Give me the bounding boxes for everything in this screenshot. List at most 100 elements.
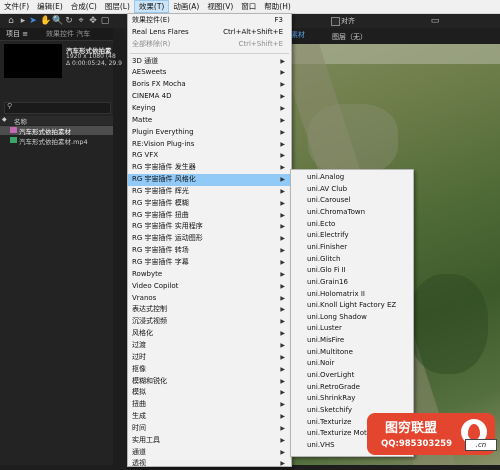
menu-8[interactable]: 帮助(H) [260,0,295,13]
submenu-item[interactable]: uni.Finisher [291,242,413,253]
effect-menu-item[interactable]: RG 宇宙插件 模糊 ▶ [128,198,291,210]
effect-menu-item[interactable]: RG 宇宙插件 风格化 ▶ [128,174,291,186]
menu-2[interactable]: 合成(C) [67,0,101,13]
effect-menu-item[interactable]: RG 宇宙插件 实用程序 ▶ [128,221,291,233]
effect-menu-item[interactable]: CINEMA 4D ▶ [128,91,291,103]
submenu-arrow-icon: ▶ [280,57,285,65]
effect-menu-item[interactable]: RG 宇宙插件 扭曲 ▶ [128,210,291,222]
effect-menu-item[interactable]: AESweets ▶ [128,67,291,79]
effect-menu-item[interactable]: Keying ▶ [128,103,291,115]
effect-menu-item[interactable]: RG 宇宙插件 辉光 ▶ [128,186,291,198]
submenu-item[interactable]: uni.Multitone [291,347,413,358]
submenu-item-label: uni.Sketchify [307,406,353,414]
effect-menu-item[interactable]: RG 宇宙插件 字幕 ▶ [128,257,291,269]
menu-0[interactable]: 文件(F) [0,0,33,13]
effect-menu-item[interactable]: 时间 ▶ [128,423,291,435]
tab-composition[interactable]: 素材 [291,30,305,40]
file-row[interactable]: 汽车形式依拍素材 [0,126,113,135]
submenu-item[interactable]: uni.Glitch [291,254,413,265]
file-row[interactable]: 汽车形式依拍素材.mp4 [0,136,113,145]
effect-menu-item[interactable]: 扭曲 ▶ [128,399,291,411]
search-input[interactable]: ⚲ [4,102,111,114]
effect-menu: 效果控件(E) F3 Real Lens Flares Ctrl+Alt+Shift+… [127,13,292,467]
effect-menu-item[interactable]: 表达式控制 ▶ [128,304,291,316]
menu-item-label: AESweets [132,68,167,77]
effect-menu-item[interactable]: Plugin Everything ▶ [128,127,291,139]
submenu-item[interactable]: uni.Carousel [291,195,413,206]
effect-menu-item[interactable]: 模拟 ▶ [128,387,291,399]
effect-menu-item[interactable]: 实用工具 ▶ [128,435,291,447]
selection-tool-icon[interactable]: ➤ [28,16,38,26]
rotate-tool-icon[interactable]: ↻ [64,16,74,26]
effect-menu-item[interactable]: RG 宇宙插件 运动图形 ▶ [128,233,291,245]
menu-item-label: Vranos [132,293,157,302]
submenu-item[interactable]: uni.Electrify [291,230,413,241]
effect-menu-item[interactable]: RG VFX ▶ [128,150,291,162]
tab-effect-controls[interactable]: 效果控件 汽车 [46,29,90,39]
submenu-item[interactable]: uni.Ecto [291,219,413,230]
submenu-item[interactable]: uni.OverLight [291,370,413,381]
flame-icon [468,424,480,440]
fill-icon[interactable]: ▭ [430,16,440,26]
effect-menu-item[interactable]: Rowbyte ▶ [128,269,291,281]
submenu-item[interactable]: uni.Knoll Light Factory EZ [291,300,413,311]
menu-item-label: 实用工具 [132,435,160,444]
home-icon[interactable]: ⌂ [6,16,16,26]
submenu-item[interactable]: uni.Grain16 [291,277,413,288]
hand-tool-icon[interactable]: ✋ [40,16,51,26]
effect-menu-item[interactable]: 3D 通道 ▶ [128,56,291,68]
effect-menu-item[interactable]: 效果控件(E) F3 [128,15,291,27]
submenu-arrow-icon: ▶ [280,176,285,184]
effect-menu-item[interactable]: 风格化 ▶ [128,328,291,340]
submenu-item[interactable]: uni.Glo Fi II [291,265,413,276]
effect-menu-item[interactable]: Video Copilot ▶ [128,281,291,293]
effect-menu-item[interactable]: 透视 ▶ [128,458,291,470]
menu-6[interactable]: 视图(V) [203,0,237,13]
effect-menu-item[interactable]: 全部移除(R) Ctrl+Shift+E [128,39,291,51]
pan-behind-tool-icon[interactable]: ✥ [88,16,98,26]
effect-menu-item[interactable]: Vranos ▶ [128,293,291,305]
menu-item-label: 3D 通道 [132,56,159,65]
shape-tool-icon[interactable]: ▢ [100,16,110,26]
column-header-name[interactable]: ◆ 名称 [0,116,113,126]
effect-menu-item[interactable]: 过时 ▶ [128,352,291,364]
effect-menu-item[interactable]: 生成 ▶ [128,411,291,423]
submenu-arrow-icon: ▶ [280,199,285,207]
effect-menu-item[interactable]: 过渡 ▶ [128,340,291,352]
menu-1[interactable]: 编辑(E) [33,0,67,13]
submenu-item[interactable]: uni.ChromaTown [291,207,413,218]
layer-tab-strip: 图层（无） [330,28,500,44]
submenu-item-label: uni.Luster [307,324,342,333]
effect-menu-item[interactable]: 沉浸式视频 ▶ [128,316,291,328]
submenu-item[interactable]: uni.Analog [291,172,413,183]
shortcut-label: Ctrl+Alt+Shift+E [223,27,283,36]
menu-7[interactable]: 窗口 [237,0,260,13]
effect-menu-item[interactable]: 通道 ▶ [128,447,291,459]
effect-menu-item[interactable]: Real Lens Flares Ctrl+Alt+Shift+E [128,27,291,39]
menu-item-label: 表达式控制 [132,305,167,314]
submenu-item-label: uni.Carousel [307,196,351,205]
menu-5[interactable]: 动画(A) [169,0,203,13]
camera-tool-icon[interactable]: ⌖ [76,16,86,26]
submenu-item[interactable]: uni.AV Club [291,184,413,195]
effect-menu-item[interactable]: Matte ▶ [128,115,291,127]
submenu-item[interactable]: uni.MisFire [291,335,413,346]
zoom-tool-icon[interactable]: 🔍 [52,16,63,26]
effect-menu-item[interactable]: RG 宇宙插件 转场 ▶ [128,245,291,257]
tab-project[interactable]: 项目 ≡ [6,29,28,39]
effect-menu-item[interactable]: Boris FX Mocha ▶ [128,79,291,91]
submenu-item[interactable]: uni.Holomatrix II [291,289,413,300]
submenu-item[interactable]: uni.Luster [291,323,413,334]
effect-menu-item[interactable]: 抠像 ▶ [128,364,291,376]
submenu-item[interactable]: uni.RetroGrade [291,382,413,393]
tab-layer[interactable]: 图层（无） [332,32,367,42]
align-checkbox[interactable] [331,17,340,26]
effect-menu-item[interactable]: 模糊和锐化 ▶ [128,376,291,388]
effect-menu-item[interactable]: RG 宇宙插件 发生器 ▶ [128,162,291,174]
effect-menu-item[interactable]: RE:Vision Plug-ins ▶ [128,139,291,151]
submenu-item[interactable]: uni.Long Shadow [291,312,413,323]
menu-3[interactable]: 图层(L) [101,0,134,13]
menu-4[interactable]: 效果(T) [133,0,170,13]
submenu-item[interactable]: uni.Noir [291,358,413,369]
submenu-item[interactable]: uni.ShrinkRay [291,393,413,404]
